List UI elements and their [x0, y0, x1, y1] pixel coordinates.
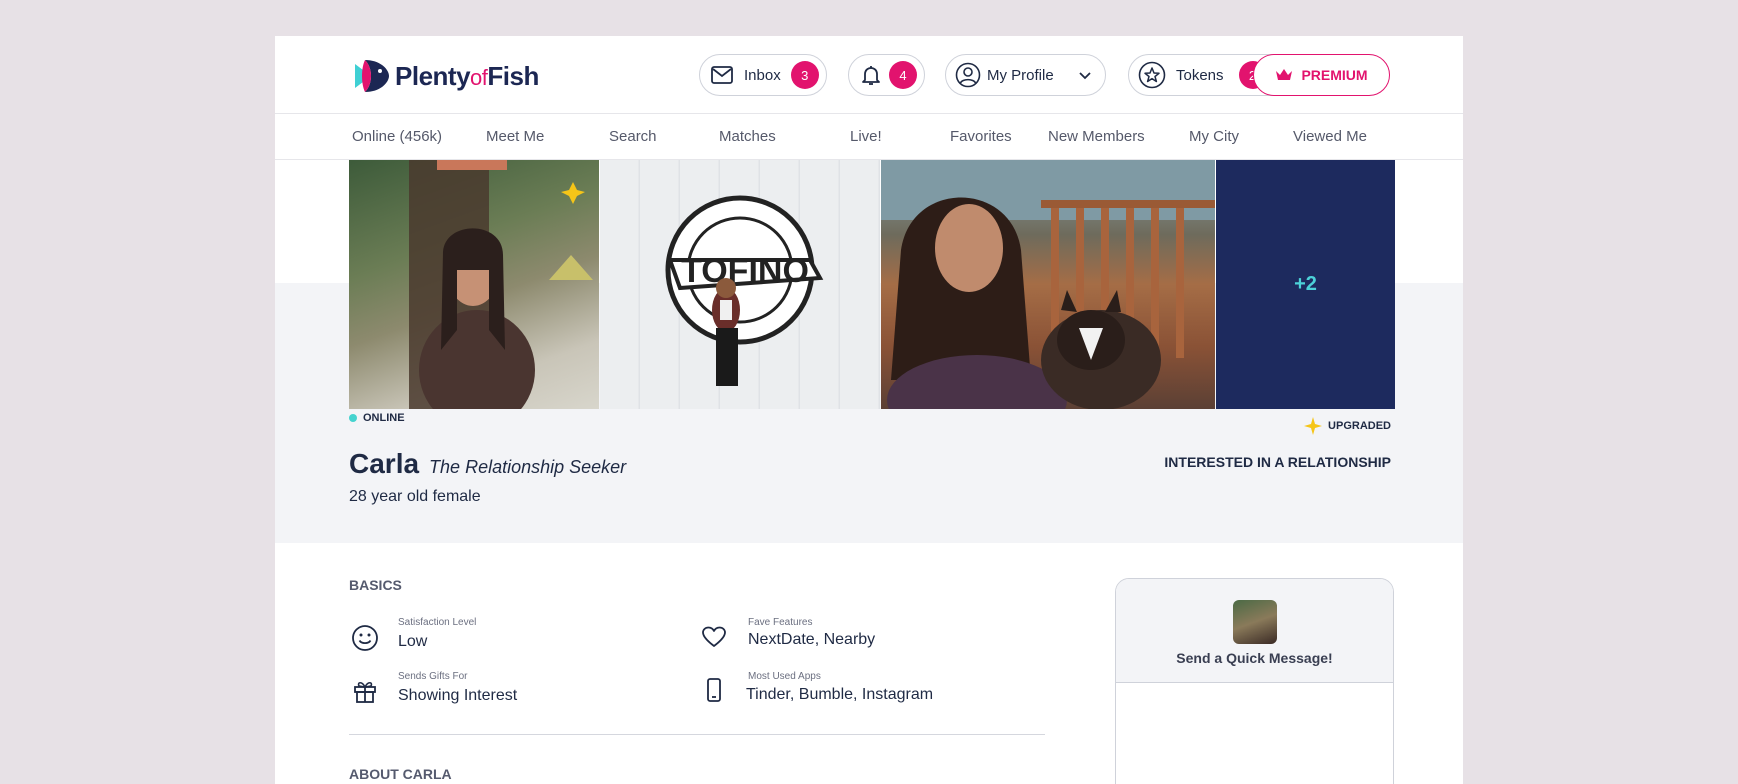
inbox-count-badge: 3: [790, 61, 819, 89]
quick-message-card: Send a Quick Message!: [1115, 578, 1394, 784]
quick-message-title: Send a Quick Message!: [1176, 650, 1333, 666]
premium-label: PREMIUM: [1301, 67, 1368, 83]
profile-photo-3[interactable]: [881, 160, 1215, 409]
more-photos-tile[interactable]: +2: [1216, 160, 1395, 409]
smiley-icon: [352, 625, 378, 651]
notifications-count-badge: 4: [889, 61, 917, 89]
most-used-apps-label: Most Used Apps: [748, 671, 821, 682]
nav-search[interactable]: Search: [609, 128, 657, 145]
my-profile-dropdown[interactable]: My Profile: [945, 54, 1106, 96]
profile-photo-2[interactable]: TOFINO: [600, 160, 880, 409]
plentyoffish-logo[interactable]: PlentyofFish: [349, 56, 539, 96]
crown-icon: [1276, 69, 1293, 80]
envelope-icon: [711, 66, 733, 84]
profile-headline: Carla The Relationship Seeker: [349, 448, 626, 480]
profile-tagline: The Relationship Seeker: [429, 457, 627, 477]
sends-gifts-for-label: Sends Gifts For: [398, 671, 468, 682]
photo-forest-illustration: [409, 160, 593, 409]
satisfaction-level-value: Low: [398, 633, 428, 650]
nav-my-city[interactable]: My City: [1189, 128, 1239, 145]
chevron-down-icon: [1079, 72, 1091, 80]
profile-age-gender: 28 year old female: [349, 488, 481, 505]
sparkle-icon: [1304, 417, 1323, 435]
most-used-apps-value: Tinder, Bumble, Instagram: [746, 686, 934, 703]
more-photos-count: +2: [1294, 273, 1317, 295]
nav-online[interactable]: Online (456k): [352, 128, 442, 145]
photo-gallery: TOFINO +2: [349, 160, 1395, 409]
nav-live[interactable]: Live!: [850, 128, 882, 145]
upgraded-badge: UPGRADED: [1304, 417, 1391, 435]
upgraded-label: UPGRADED: [1328, 420, 1391, 432]
online-status-label: ONLINE: [363, 412, 405, 424]
profile-photo-1[interactable]: [349, 160, 599, 409]
star-token-icon: [1138, 61, 1166, 89]
my-profile-label: My Profile: [987, 66, 1054, 84]
logo-text: PlentyofFish: [395, 60, 539, 91]
nav-new-members[interactable]: New Members: [1048, 128, 1145, 145]
tokens-label: Tokens: [1176, 66, 1224, 84]
about-heading: ABOUT CARLA: [349, 766, 452, 782]
satisfaction-level-label: Satisfaction Level: [398, 617, 477, 628]
fave-features-value: NextDate, Nearby: [748, 631, 876, 648]
quick-message-avatar: [1233, 600, 1277, 644]
basics-heading: BASICS: [349, 577, 402, 593]
nav-favorites[interactable]: Favorites: [950, 128, 1012, 145]
nav-meet-me[interactable]: Meet Me: [486, 128, 544, 145]
section-divider: [349, 734, 1045, 735]
relationship-intent: INTERESTED IN A RELATIONSHIP: [1164, 454, 1391, 470]
quick-message-header: Send a Quick Message!: [1116, 579, 1393, 683]
user-avatar-icon: [955, 62, 981, 88]
profile-name: Carla: [349, 448, 420, 479]
svg-text:TOFINO: TOFINO: [681, 252, 809, 290]
premium-button[interactable]: PREMIUM: [1253, 54, 1390, 96]
top-header: PlentyofFish Inbox 3 4 My Profile Tokens…: [275, 36, 1463, 114]
inbox-button[interactable]: Inbox 3: [699, 54, 827, 96]
main-nav: Online (456k) Meet Me Search Matches Liv…: [275, 115, 1463, 160]
heart-icon: [702, 626, 726, 647]
phone-icon: [707, 678, 721, 702]
online-status: ONLINE: [349, 412, 405, 424]
fish-logo-icon: [355, 60, 389, 92]
gift-icon: [354, 681, 376, 703]
notifications-button[interactable]: 4: [848, 54, 925, 96]
sends-gifts-for-value: Showing Interest: [398, 687, 518, 704]
inbox-label: Inbox: [744, 66, 781, 84]
nav-viewed-me[interactable]: Viewed Me: [1293, 128, 1367, 145]
nav-matches[interactable]: Matches: [719, 128, 776, 145]
photo-dog-illustration: [881, 160, 1215, 409]
fave-features-label: Fave Features: [748, 617, 813, 628]
tokens-button[interactable]: Tokens 2 PREMIUM: [1128, 54, 1390, 96]
online-dot-icon: [349, 414, 357, 422]
bell-icon: [862, 66, 880, 85]
photo-brewery-illustration: TOFINO: [665, 195, 824, 386]
profile-page: PlentyofFish Inbox 3 4 My Profile Tokens…: [275, 36, 1463, 784]
